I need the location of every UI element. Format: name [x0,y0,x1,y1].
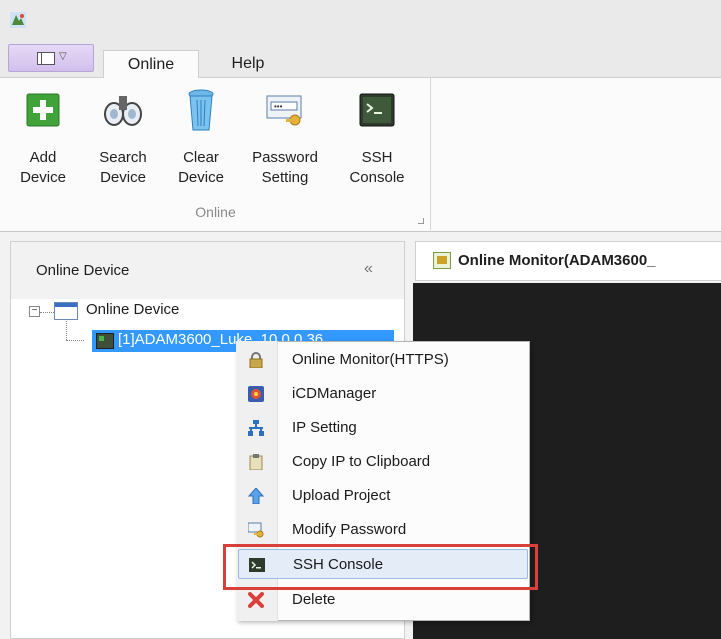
add-device-icon [26,93,60,127]
tree-collapse-icon[interactable]: − [29,306,40,317]
pane-title: Online Device [36,262,130,279]
upload-arrow-icon [248,488,264,504]
menu-item-modify-password[interactable]: Modify Password [238,515,528,545]
password-key-icon [248,522,264,538]
menu-item-label: iCDManager [292,385,377,402]
tree-connector [66,318,67,340]
tree-root-label[interactable]: Online Device [86,301,179,318]
password-setting-button[interactable]: ••• Password Setting [250,88,320,198]
collapse-pane-button[interactable]: « [364,260,373,278]
add-device-button[interactable]: Add Device [8,88,78,198]
chevron-down-icon: ▽ [59,51,67,62]
monitor-icon [433,252,451,269]
icdmanager-icon [248,386,264,402]
tree-connector [40,312,54,313]
ssh-console-button[interactable]: SSH Console [342,88,412,198]
trash-can-icon [188,89,214,131]
password-key-icon: ••• [266,95,302,126]
delete-x-icon [248,592,264,608]
tab-online-monitor-label: Online Monitor(ADAM3600_ [458,252,656,269]
binoculars-icon [104,96,142,126]
svg-text:•••: ••• [274,102,283,111]
search-device-button[interactable]: Search Device [88,88,158,198]
application-menu-button[interactable]: ▽ [8,44,94,72]
terminal-icon [359,93,395,127]
menu-item-label: Online Monitor(HTTPS) [292,351,449,368]
highlight-annotation-box [223,544,538,590]
add-device-label: Add Device [20,149,66,186]
menu-item-label: Delete [292,591,336,608]
app-icon [10,12,26,28]
device-icon [96,333,114,349]
menu-item-label: Copy IP to Clipboard [292,453,431,470]
menu-item-copy-ip[interactable]: Copy IP to Clipboard [238,447,528,477]
ribbon-group-label: Online [195,204,236,220]
tree-connector [66,340,84,341]
clear-device-label: Clear Device [178,149,224,186]
menu-item-label: Upload Project [292,487,391,504]
lock-icon [249,352,263,368]
title-bar [0,0,721,38]
menu-item-upload-project[interactable]: Upload Project [238,481,528,511]
menu-item-online-monitor-https[interactable]: Online Monitor(HTTPS) [238,345,528,375]
dialog-launcher-icon[interactable] [418,218,424,224]
password-setting-label: Password Setting [252,149,318,186]
tab-help[interactable]: Help [212,50,284,79]
menu-item-ip-setting[interactable]: IP Setting [238,413,528,443]
menu-item-icdmanager[interactable]: iCDManager [238,379,528,409]
menu-item-label: Modify Password [292,521,407,538]
clipboard-icon [249,454,263,470]
window-icon [54,302,78,320]
tab-online[interactable]: Online [103,50,199,79]
search-device-label: Search Device [99,149,147,186]
document-icon [37,52,55,65]
clear-device-button[interactable]: Clear Device [166,88,236,198]
ssh-console-label: SSH Console [349,149,405,186]
network-icon [248,420,264,436]
menu-item-label: IP Setting [292,419,357,436]
